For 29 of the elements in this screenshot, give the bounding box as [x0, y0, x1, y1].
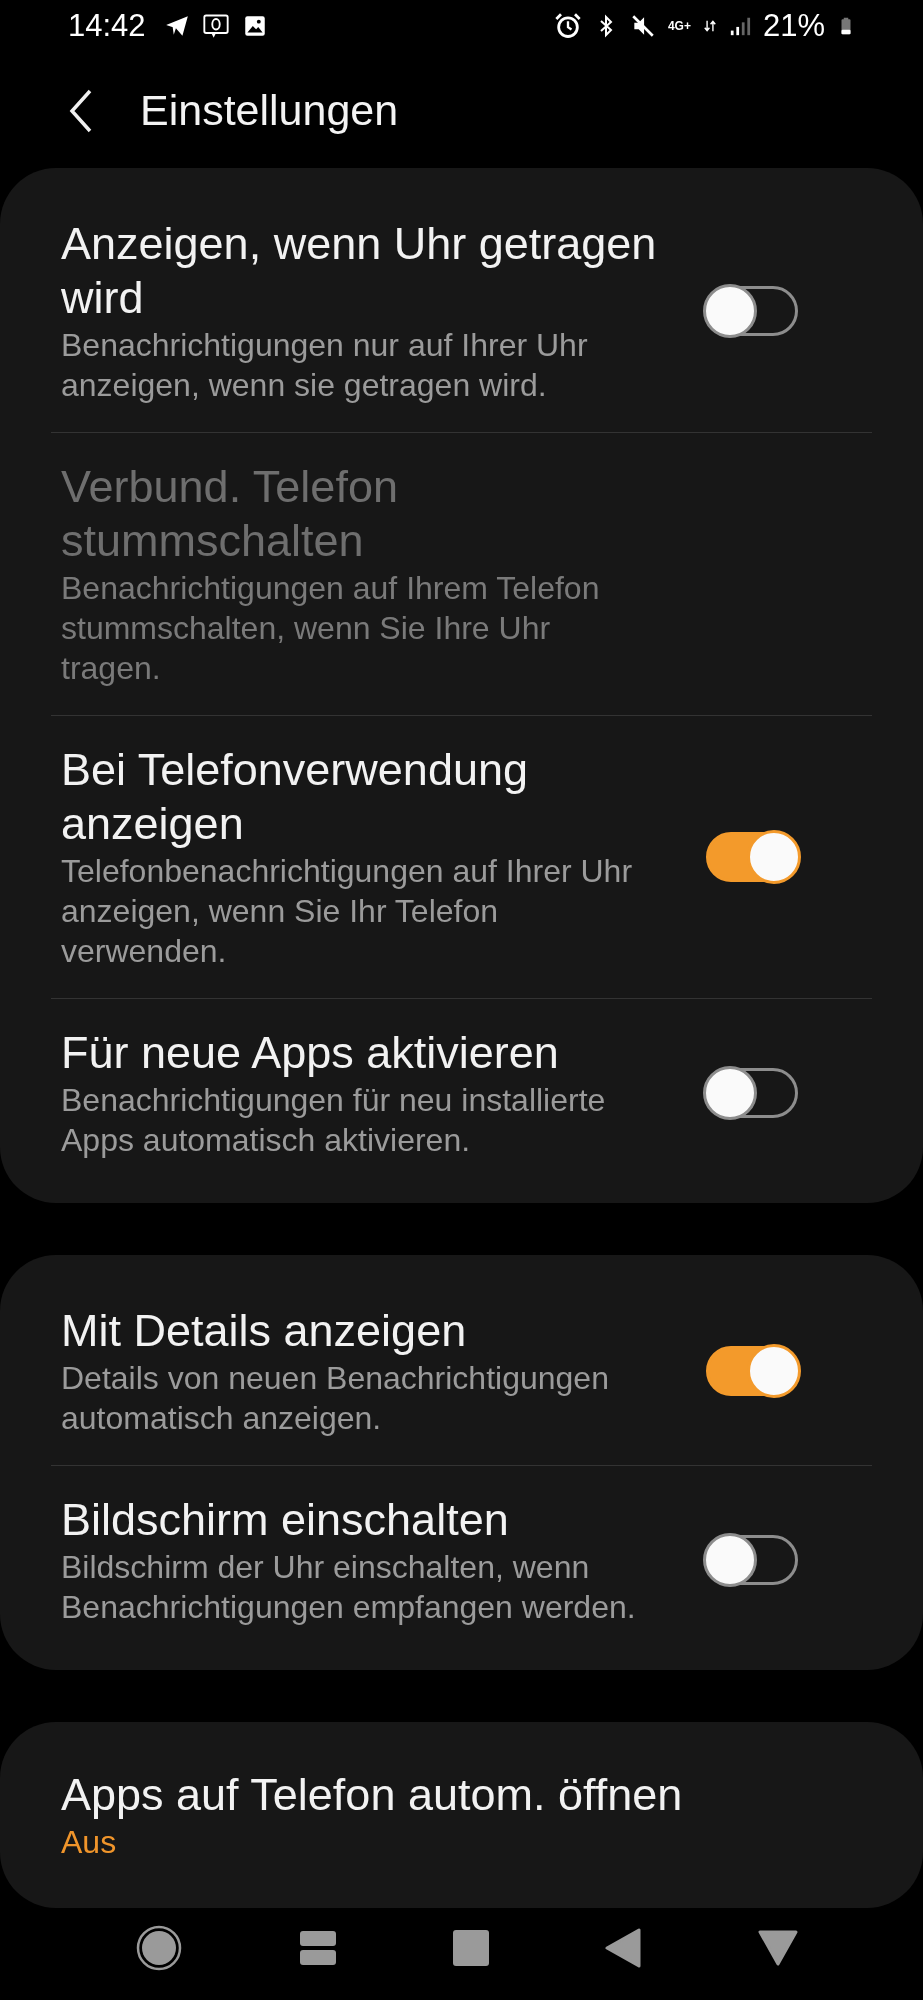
toggle-switch[interactable]	[706, 1068, 798, 1119]
setting-description: Benachrichtigungen für neu installierte Apps automatisch aktivieren.	[61, 1081, 607, 1161]
setting-title[interactable]: Bildschirm einschalten	[61, 1493, 686, 1548]
setting-description: Bildschirm der Uhr einschalten, wenn Benachrichtigungen empfangen werden.	[61, 1548, 637, 1628]
alarm-icon	[553, 12, 582, 41]
clock: 14:42	[68, 8, 146, 45]
setting-value: Aus	[61, 1823, 118, 1863]
recent-apps-button[interactable]	[299, 1930, 336, 1967]
data-arrows-icon	[702, 19, 717, 34]
toggle-switch[interactable]	[706, 832, 798, 883]
setting-title[interactable]: Anzeigen, wenn Uhr getragen wird	[61, 217, 686, 326]
battery-percentage: 21%	[762, 8, 825, 45]
setting-description: Benachrichtigungen auf Ihrem Telefon stummschalten, wenn Sie Ihre Uhr tragen.	[61, 569, 601, 689]
setting-description: Details von neuen Benachrichtigungen automatisch anzeigen.	[61, 1359, 610, 1439]
hide-keyboard-button[interactable]	[758, 1930, 798, 1967]
toggle-switch[interactable]	[706, 1346, 798, 1397]
assistant-button[interactable]	[135, 1924, 183, 1973]
toggle-switch[interactable]	[706, 286, 798, 337]
setting-title[interactable]: Für neue Apps aktivieren	[61, 1026, 686, 1081]
home-button[interactable]	[452, 1930, 489, 1967]
setting-title[interactable]: Mit Details anzeigen	[61, 1304, 686, 1359]
page-title: Einstellungen	[140, 86, 399, 136]
setting-title[interactable]: Bei Telefonverwendung anzeigen	[61, 743, 686, 852]
setting-description: Benachrichtigungen nur auf Ihrer Uhr anzeigen, wenn sie getragen wird.	[61, 326, 589, 406]
toggle-switch[interactable]	[706, 1535, 798, 1586]
setting-description: Telefonbenachrichtigungen auf Ihrer Uhr anzeigen, wenn Sie Ihr Telefon verwenden.	[61, 852, 634, 972]
setting-title[interactable]: Apps auf Telefon autom. öffnen	[61, 1768, 686, 1823]
back-nav-button[interactable]	[605, 1928, 642, 1969]
network-type: 4G+	[667, 20, 691, 33]
